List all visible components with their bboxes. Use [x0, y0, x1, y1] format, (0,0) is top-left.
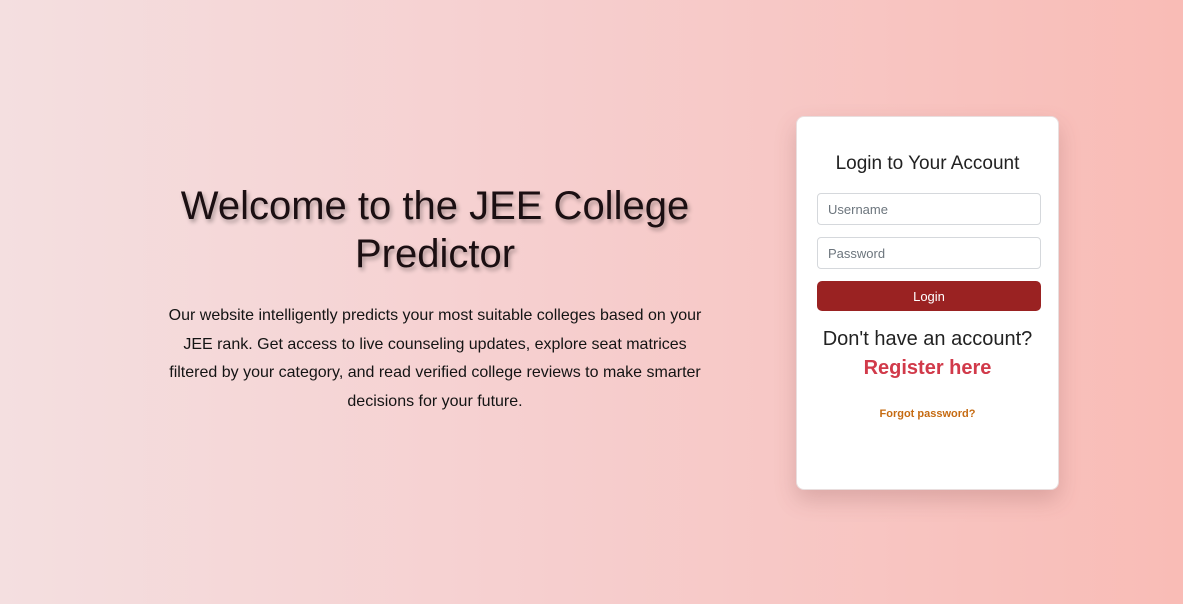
hero-title: Welcome to the JEE College Predictor: [180, 184, 690, 276]
password-input[interactable]: [817, 237, 1041, 269]
forgot-password-link[interactable]: Forgot password?: [817, 408, 1038, 420]
hero-description: Our website intelligently predicts your …: [168, 307, 702, 410]
login-title: Login to Your Account: [835, 153, 1020, 174]
login-button[interactable]: Login: [817, 281, 1041, 311]
username-input[interactable]: [817, 193, 1041, 225]
hero-section: Welcome to the JEE College Predictor Our…: [160, 182, 710, 416]
no-account-text: Don't have an account?: [822, 328, 1033, 350]
login-card: Login to Your Account Login Don't have a…: [796, 116, 1059, 490]
register-link[interactable]: Register here: [864, 357, 992, 380]
